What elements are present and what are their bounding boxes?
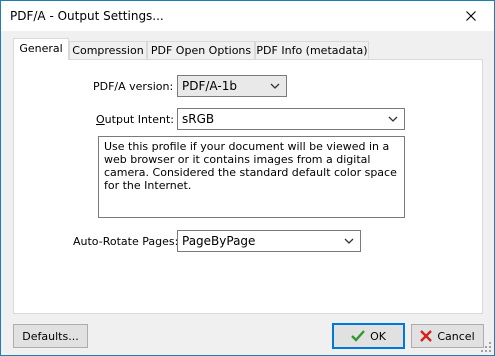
tab-general-label: General — [19, 42, 63, 55]
checkmark-icon — [351, 330, 365, 342]
close-button[interactable] — [448, 1, 494, 31]
tab-pdf-info[interactable]: PDF Info (metadata) — [255, 41, 369, 59]
resize-grip-icon[interactable] — [480, 341, 492, 353]
tab-pdf-open-options[interactable]: PDF Open Options — [147, 41, 255, 59]
tab-pdf-info-label: PDF Info (metadata) — [256, 44, 368, 57]
close-icon — [466, 11, 476, 21]
output-settings-dialog: PDF/A - Output Settings... General Compr… — [0, 0, 495, 356]
chevron-down-icon — [270, 83, 280, 89]
tab-general[interactable]: General — [13, 38, 69, 60]
auto-rotate-label: Auto-Rotate Pages: — [73, 235, 179, 248]
cancel-button-label: Cancel — [437, 329, 475, 343]
output-intent-label: Output Intent: — [96, 113, 175, 126]
tab-pdf-open-options-label: PDF Open Options — [150, 44, 252, 57]
cancel-button[interactable]: Cancel — [411, 324, 484, 348]
pdfa-version-label: PDF/A version: — [93, 80, 174, 93]
defaults-button[interactable]: Defaults... — [13, 324, 88, 348]
red-x-icon — [420, 330, 433, 342]
auto-rotate-value: PageByPage — [182, 234, 256, 248]
chevron-down-icon — [388, 116, 398, 122]
tab-compression[interactable]: Compression — [69, 41, 147, 59]
defaults-button-label: Defaults... — [22, 329, 79, 343]
pdfa-version-select[interactable]: PDF/A-1b — [177, 75, 287, 97]
general-tab-panel: PDF/A version: PDF/A-1b Output Intent: s… — [13, 59, 483, 314]
output-intent-value: sRGB — [182, 112, 215, 126]
output-intent-select[interactable]: sRGB — [177, 108, 405, 130]
pdfa-version-value: PDF/A-1b — [182, 79, 237, 93]
chevron-down-icon — [344, 238, 354, 244]
output-intent-description: Use this profile if your document will b… — [98, 136, 405, 218]
tab-compression-label: Compression — [72, 44, 144, 57]
window-title: PDF/A - Output Settings... — [10, 9, 164, 23]
ok-button[interactable]: OK — [332, 323, 405, 349]
ok-button-label: OK — [370, 329, 386, 343]
title-bar: PDF/A - Output Settings... — [1, 1, 494, 31]
auto-rotate-select[interactable]: PageByPage — [177, 230, 361, 252]
